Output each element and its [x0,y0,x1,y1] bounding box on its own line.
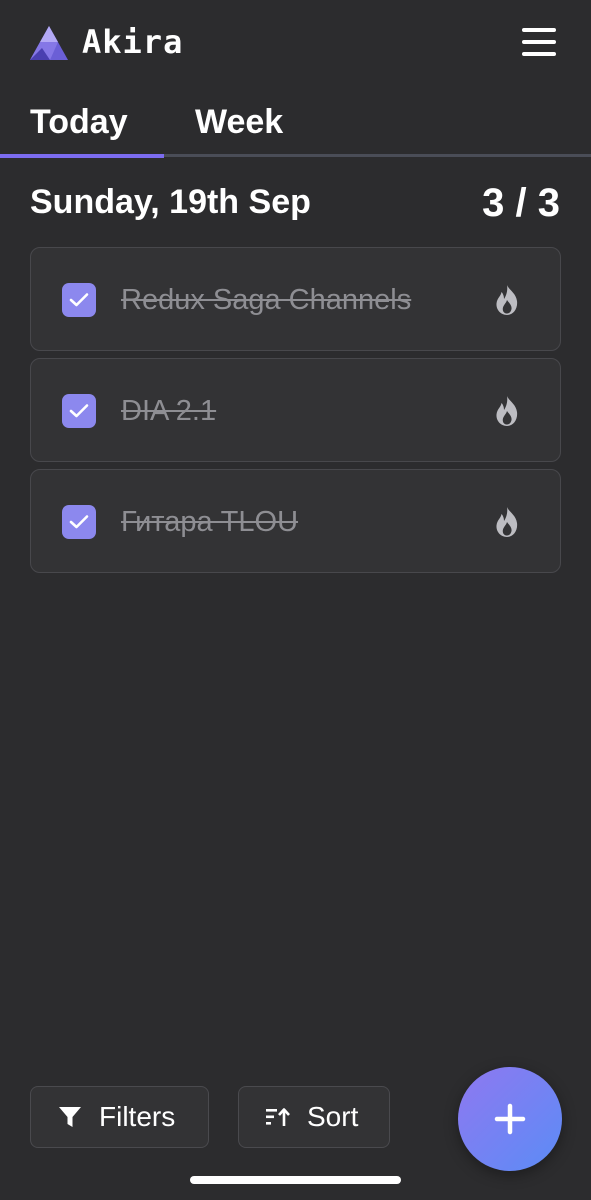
tab-bar: Today Week [0,98,591,158]
check-icon [69,404,89,418]
plus-icon [494,1103,526,1135]
app-title: Akira [82,23,184,61]
tab-week[interactable]: Week [195,98,283,146]
task-checkbox[interactable] [62,394,96,428]
task-title: Redux Saga Channels [121,284,412,316]
funnel-icon [59,1107,81,1127]
fire-icon[interactable] [492,506,522,538]
task-item[interactable]: DIA 2.1 [30,358,561,462]
check-icon [69,515,89,529]
task-item[interactable]: Гитара TLOU [30,469,561,573]
tab-today[interactable]: Today [30,98,128,146]
filters-button[interactable]: Filters [30,1086,209,1148]
sort-icon [266,1108,290,1126]
check-icon [69,293,89,307]
fire-icon[interactable] [492,395,522,427]
akira-logo [30,26,68,60]
fire-icon[interactable] [492,284,522,316]
sort-label: Sort [307,1101,359,1132]
filters-label: Filters [99,1101,176,1132]
task-checkbox[interactable] [62,505,96,539]
task-item[interactable]: Redux Saga Channels [30,247,561,351]
task-list: Redux Saga Channels DIA 2.1 Гитара TLOU [30,247,561,580]
home-indicator[interactable] [190,1176,401,1184]
task-progress-count: 3 / 3 [482,181,560,225]
day-date: Sunday, 19th Sep [30,183,311,221]
active-tab-indicator [0,154,164,158]
task-title: DIA 2.1 [121,395,217,427]
sort-button[interactable]: Sort [238,1086,390,1148]
day-header: Sunday, 19th Sep 3 / 3 [0,178,591,230]
hamburger-menu-icon[interactable] [522,28,556,60]
app-header: Akira [0,0,591,88]
task-title: Гитара TLOU [121,506,299,538]
add-task-button[interactable] [458,1067,562,1171]
task-checkbox[interactable] [62,283,96,317]
